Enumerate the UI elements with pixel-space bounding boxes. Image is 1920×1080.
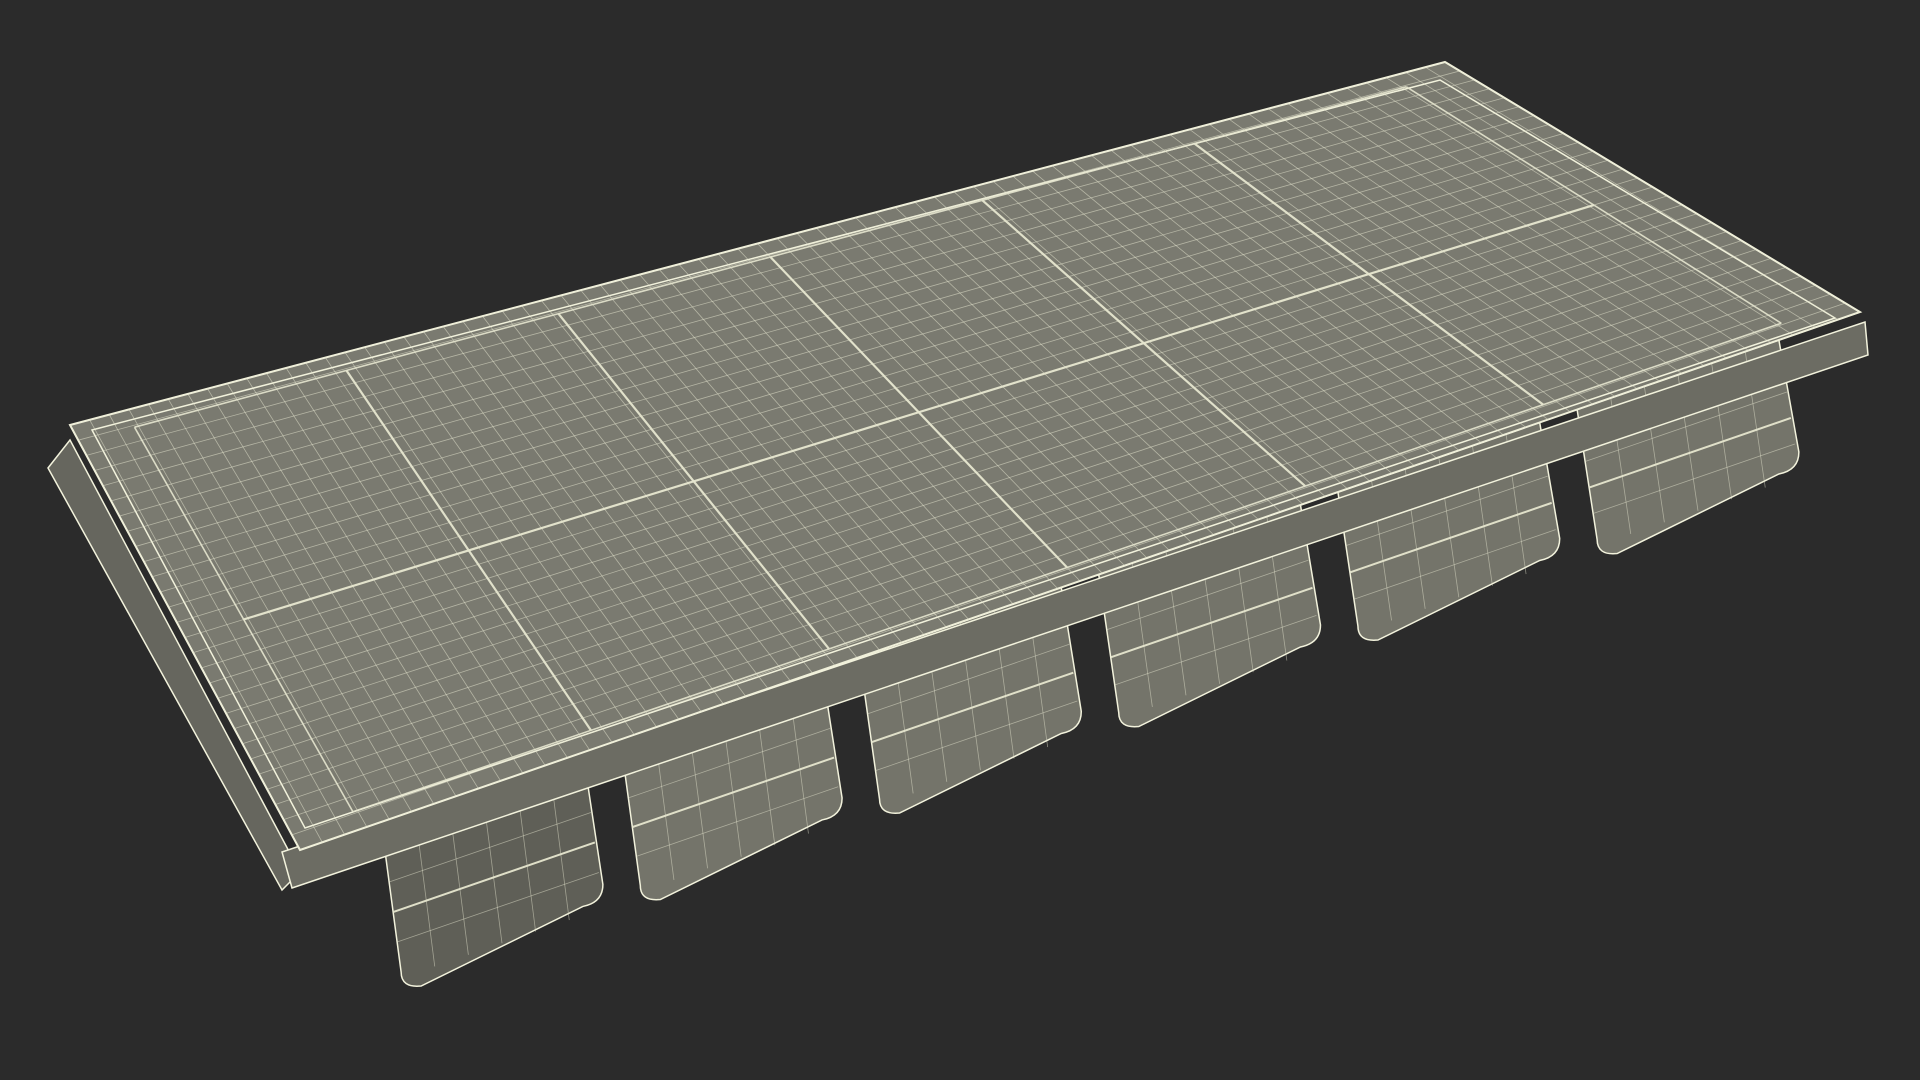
render-viewport	[0, 0, 1920, 1080]
wireframe-model	[47, 60, 1869, 987]
